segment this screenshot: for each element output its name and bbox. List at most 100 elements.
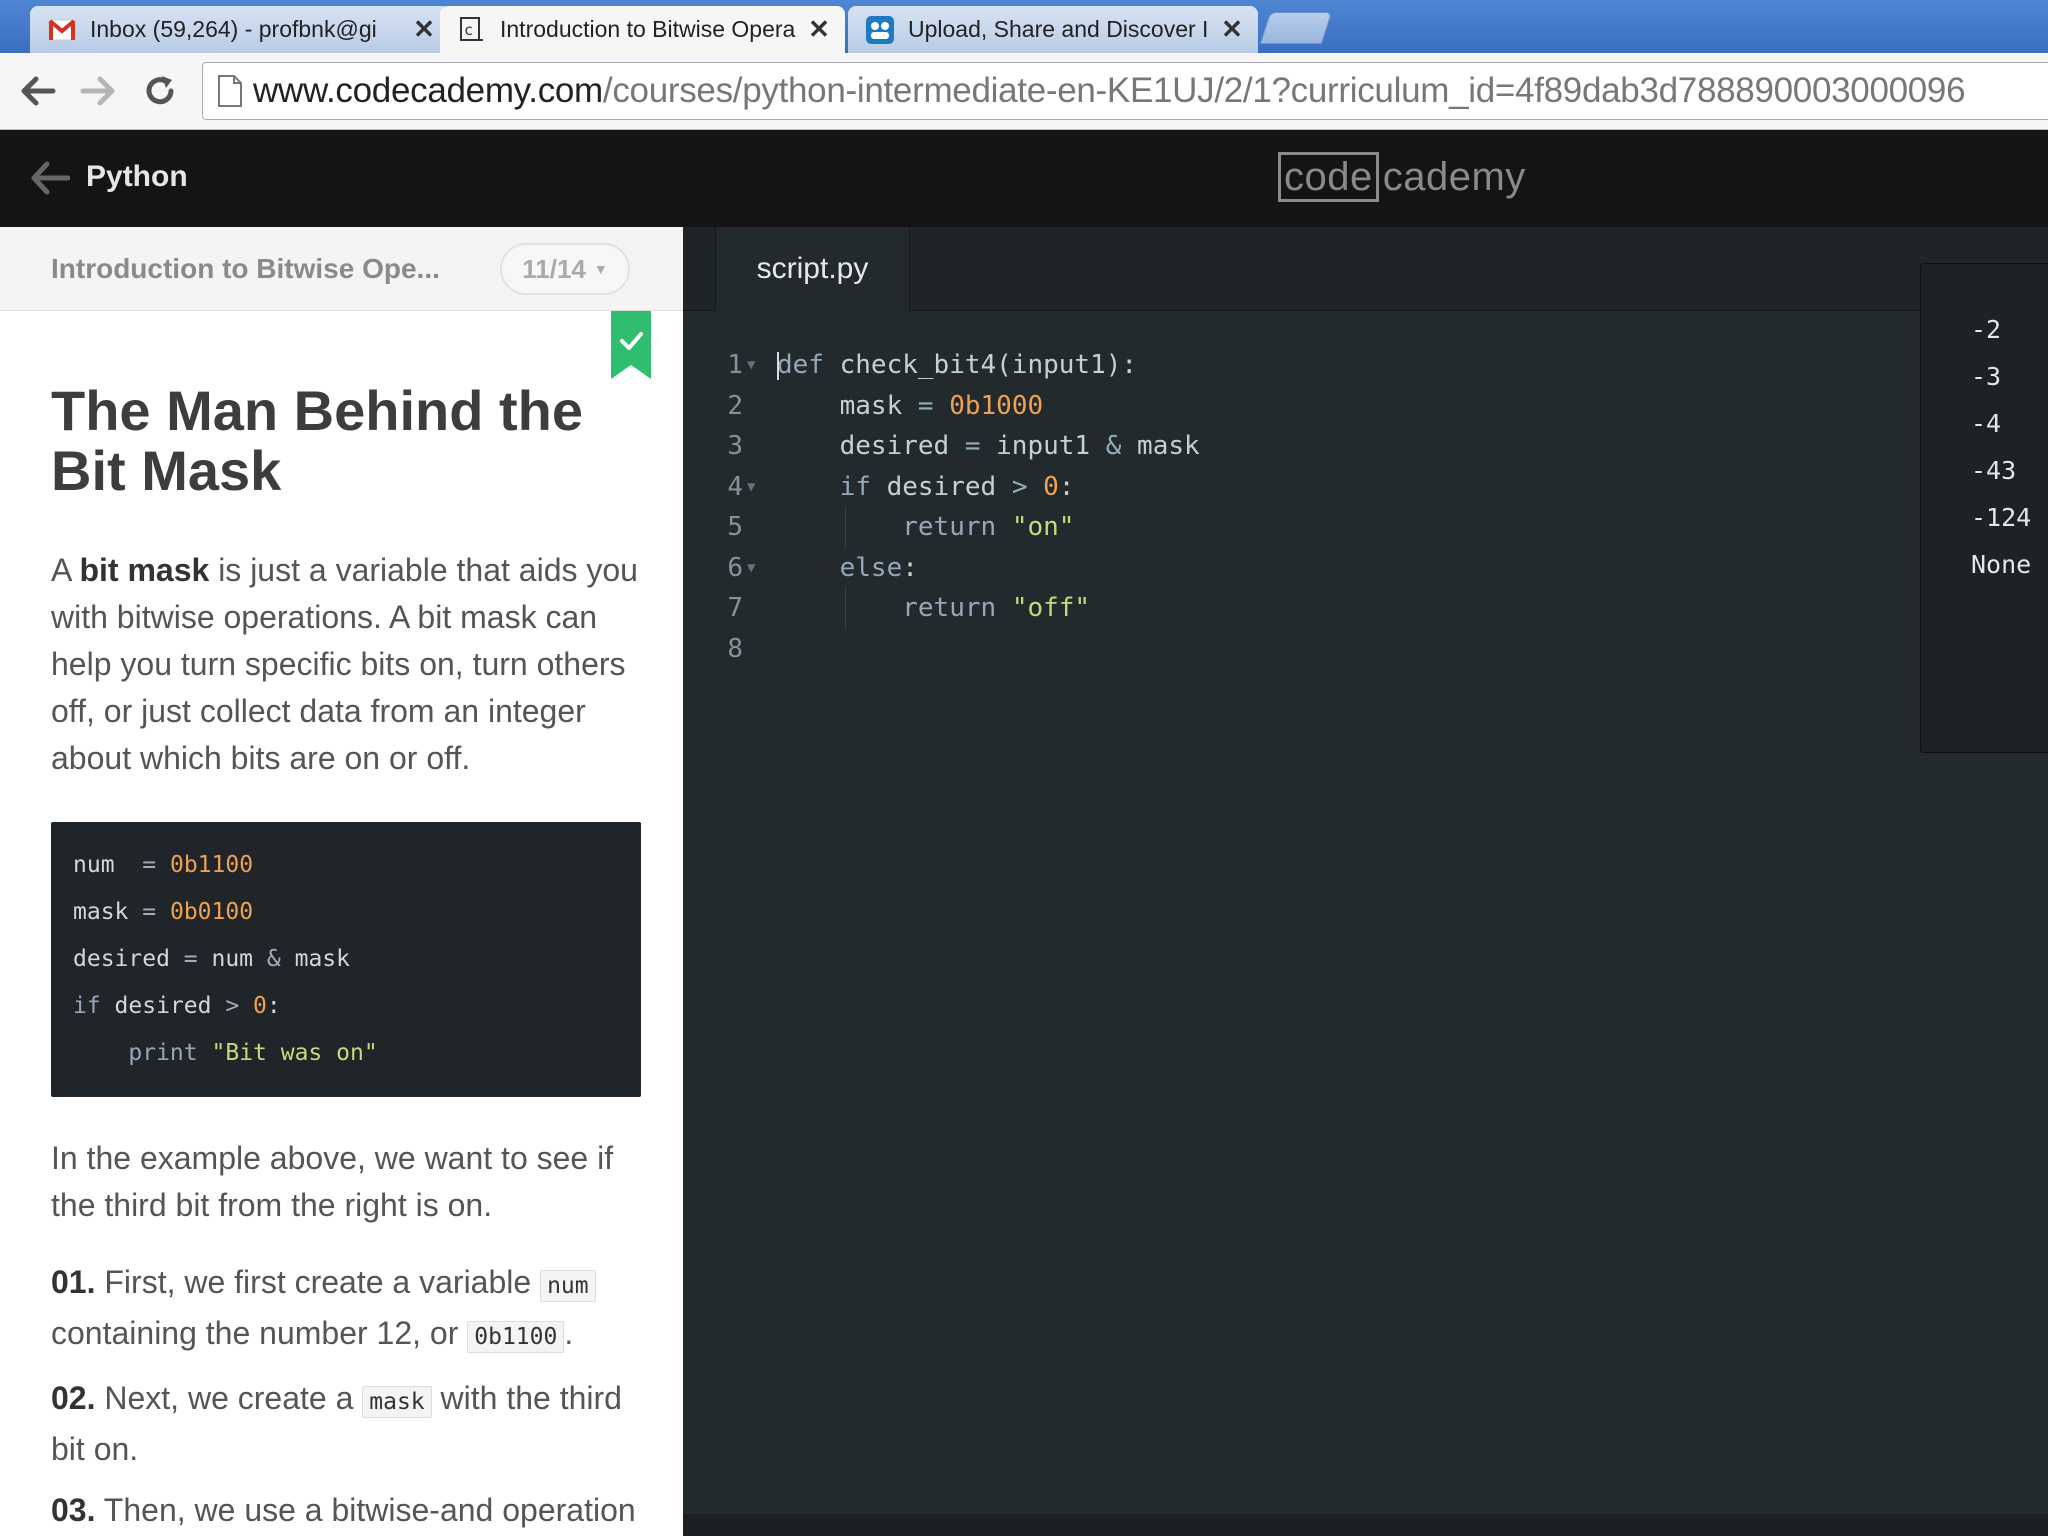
inline-code: 0b1100: [467, 1321, 565, 1353]
output-line: -4: [1971, 409, 2002, 438]
step-text: .: [564, 1315, 574, 1351]
svg-text:c: c: [464, 21, 473, 39]
exercise-progress-dropdown[interactable]: 11/14 ▼: [500, 243, 630, 295]
reload-icon: [146, 76, 174, 105]
tab-bitwise-lesson[interactable]: c Introduction to Bitwise Opera ✕: [440, 6, 845, 53]
step-list: 01. First, we first create a variable nu…: [51, 1259, 641, 1536]
address-bar[interactable]: www.codecademy.com/courses/python-interm…: [202, 62, 2048, 120]
step-number: 02.: [51, 1380, 96, 1416]
code-text: mask = 0b1000: [777, 390, 1044, 421]
browser-toolbar: www.codecademy.com/courses/python-interm…: [0, 53, 2048, 130]
line-number: 8: [727, 633, 743, 664]
inline-code: num: [540, 1270, 596, 1302]
fold-arrow-icon[interactable]: ▼: [747, 345, 755, 386]
tab-upload-share[interactable]: Upload, Share and Discover I ✕: [848, 6, 1258, 53]
output-line: None: [1971, 550, 2032, 579]
step-item: 02. Next, we create a mask with the thir…: [51, 1375, 641, 1473]
url-text: www.codecademy.com/courses/python-interm…: [253, 71, 1966, 111]
example-code-line: mask = 0b0100: [73, 899, 254, 925]
example-code-line: if desired > 0:: [73, 993, 281, 1019]
example-code-line: desired = num & mask: [73, 946, 350, 972]
close-icon[interactable]: ✕: [805, 14, 833, 45]
lesson-header: Introduction to Bitwise Ope... 11/14 ▼: [0, 227, 683, 311]
code-text: desired = input1 & mask: [777, 431, 1200, 461]
step-item: 01. First, we first create a variable nu…: [51, 1259, 641, 1361]
close-icon[interactable]: ✕: [1218, 14, 1246, 45]
keyword: return: [902, 593, 997, 623]
operator: =: [142, 899, 157, 925]
example-code-block: num = 0b1100 mask = 0b0100 desired = num &…: [51, 822, 641, 1097]
step-number: 01.: [51, 1264, 96, 1300]
output-line: -124: [1971, 503, 2032, 532]
keyword: if: [839, 471, 871, 502]
lesson-title: Introduction to Bitwise Ope...: [51, 253, 440, 284]
back-arrow-icon[interactable]: [30, 160, 70, 196]
upload-site-favicon: [866, 15, 894, 44]
code-text: if desired > 0:: [839, 471, 1075, 502]
exercise-heading: The Man Behind the Bit Mask: [51, 379, 583, 502]
explanation-paragraph: In the example above, we want to see if …: [51, 1140, 614, 1223]
operator: =: [917, 390, 934, 421]
url-host: www.codecademy.com: [253, 71, 603, 110]
code-text: return "off": [777, 588, 1090, 629]
code-text: return "on": [777, 507, 1074, 548]
number-literal: 0b1100: [169, 852, 254, 878]
string-literal: "on": [1011, 512, 1075, 542]
editor-pane: script.py 1 ▼ def check_bit4(input1): 2 mas…: [683, 227, 2048, 1536]
output-line: -2: [1971, 315, 2002, 344]
output-lines: -2 -3 -4 -43 -124 None: [1971, 306, 2031, 588]
close-icon[interactable]: ✕: [410, 14, 438, 45]
number-literal: 0b0100: [169, 899, 254, 925]
keyword: def: [777, 350, 824, 380]
file-tab-script-py[interactable]: script.py: [715, 227, 910, 311]
step-item: 03. Then, we use a bitwise-and operation…: [51, 1487, 641, 1536]
string-literal: "Bit was on": [211, 1040, 378, 1066]
line-number: 6: [727, 552, 743, 583]
logo-rest-text: cademy: [1382, 154, 1526, 199]
fold-arrow-icon[interactable]: ▼: [747, 467, 755, 508]
line-number: 5: [727, 512, 743, 542]
line-number: 3: [727, 431, 743, 461]
tab-gmail[interactable]: Inbox (59,264) - profbnk@gi ✕: [30, 6, 450, 53]
operator: =: [964, 431, 981, 461]
step-text: containing the number 12, or: [51, 1315, 459, 1351]
tab-title: Upload, Share and Discover I: [908, 16, 1209, 42]
operator: >: [1011, 471, 1028, 502]
browser-tab-strip: Inbox (59,264) - profbnk@gi ✕ c Introduc…: [0, 0, 2048, 53]
line-number: 2: [727, 390, 743, 421]
codecademy-favicon: c: [458, 16, 486, 44]
tab-title: Inbox (59,264) - profbnk@gi: [90, 16, 377, 42]
number-literal: 0: [253, 993, 267, 1019]
back-button[interactable]: [16, 69, 60, 113]
gmail-icon: [48, 16, 76, 44]
lesson-pane: Introduction to Bitwise Ope... 11/14 ▼ Th…: [0, 227, 683, 1536]
arrow-right-icon: [80, 76, 115, 106]
step-text: Next, we create a: [104, 1380, 354, 1416]
logo-boxed-text: code: [1278, 152, 1379, 202]
keyword: print: [128, 1040, 198, 1066]
reload-button[interactable]: [138, 69, 182, 113]
page-icon: [218, 75, 242, 107]
output-line: -43: [1971, 456, 2017, 485]
line-number: 1: [727, 350, 743, 380]
operator: =: [142, 852, 157, 878]
output-line: -3: [1971, 362, 2002, 391]
chevron-down-icon: ▼: [593, 261, 608, 277]
fold-arrow-icon[interactable]: ▼: [747, 548, 755, 589]
keyword: return: [902, 512, 997, 542]
new-tab-button[interactable]: [1259, 12, 1333, 44]
course-name-link[interactable]: Python: [86, 160, 188, 194]
operator: &: [266, 946, 281, 972]
site-header: Python code cademy: [0, 130, 2048, 227]
intro-bold-term: bit mask: [79, 552, 210, 588]
operator: &: [1105, 431, 1122, 461]
forward-button[interactable]: [76, 69, 120, 113]
line-number: 4: [727, 471, 743, 502]
code-text: else:: [839, 552, 918, 583]
step-text: First, we first create a variable: [104, 1264, 532, 1300]
lesson-body: The Man Behind the Bit Mask A bit mask i…: [51, 311, 641, 1536]
codecademy-logo[interactable]: code cademy: [1278, 152, 1526, 202]
string-literal: "off": [1011, 593, 1091, 623]
step-text: Then, we use a bitwise-and operation to …: [103, 1492, 636, 1528]
progress-text: 11/14: [522, 253, 586, 284]
